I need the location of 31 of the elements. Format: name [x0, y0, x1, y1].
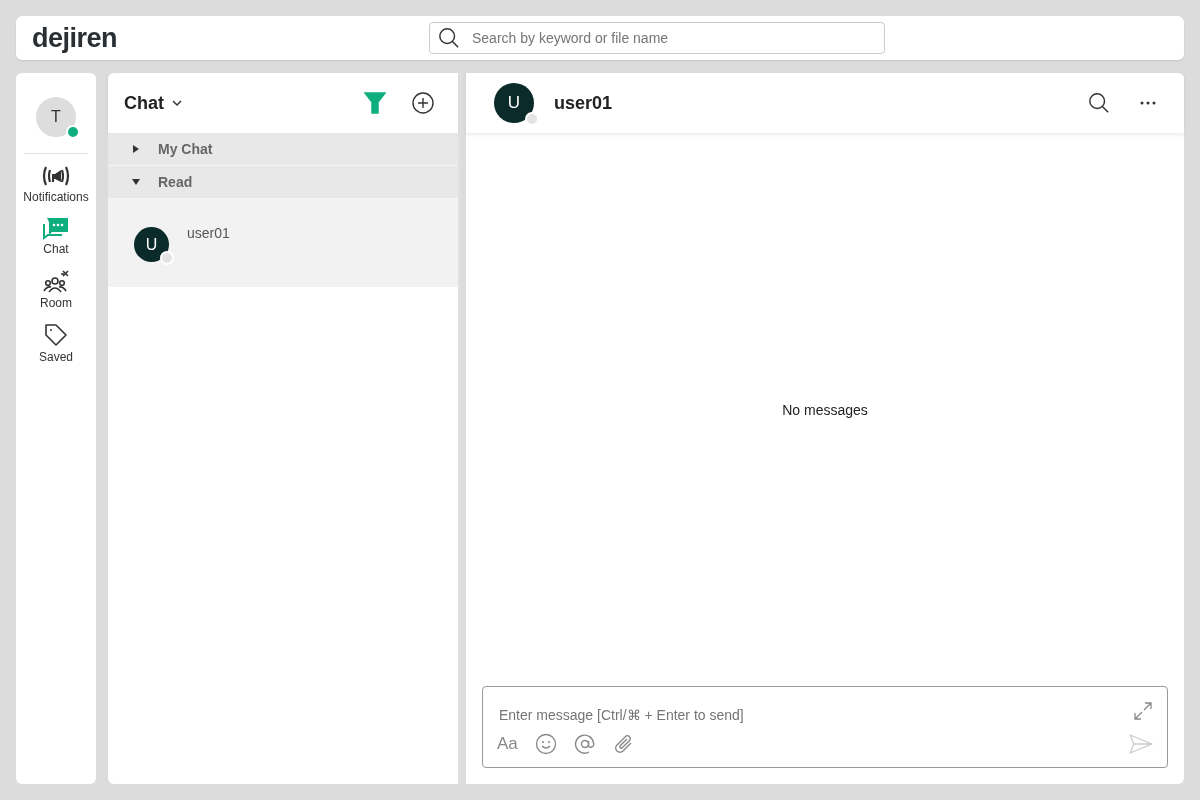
mention-icon[interactable] — [573, 733, 596, 755]
user-name: user01 — [187, 225, 230, 241]
search-icon — [438, 27, 460, 49]
format-button[interactable]: Aa — [497, 734, 518, 754]
chat-list-item[interactable]: U user01 — [108, 199, 458, 287]
panel-title[interactable]: Chat — [124, 92, 164, 114]
group-icon — [42, 268, 70, 294]
nav-item[interactable]: Room — [40, 268, 72, 310]
message-field[interactable]: Enter message [Ctrl/⌘ + Enter to send] Aa — [482, 686, 1168, 768]
profile-avatar[interactable]: T — [36, 97, 76, 137]
caret-icon — [132, 145, 140, 153]
logo[interactable]: dejiren — [32, 22, 118, 54]
search-field[interactable]: Search by keyword or file name — [429, 22, 885, 54]
empty-message: No messages — [782, 401, 868, 418]
caret-icon — [132, 178, 140, 186]
group-header[interactable]: Read — [108, 166, 458, 199]
nav-item[interactable]: Notifications — [23, 164, 89, 204]
nav-item[interactable]: Saved — [39, 322, 73, 364]
conversation-title: user01 — [554, 92, 613, 114]
chevron-down-icon[interactable] — [172, 99, 182, 107]
chat-bubble-icon — [42, 216, 70, 240]
more-icon[interactable] — [1140, 101, 1156, 105]
megaphone-icon — [40, 164, 72, 188]
search-icon[interactable] — [1088, 92, 1110, 114]
expand-icon[interactable] — [1133, 701, 1153, 721]
filter-icon[interactable] — [364, 91, 386, 115]
nav-item[interactable]: Chat — [42, 216, 70, 256]
emoji-icon[interactable] — [534, 733, 557, 755]
group-header[interactable]: My Chat — [108, 133, 458, 166]
add-icon[interactable] — [412, 92, 434, 114]
tag-icon — [43, 322, 69, 348]
